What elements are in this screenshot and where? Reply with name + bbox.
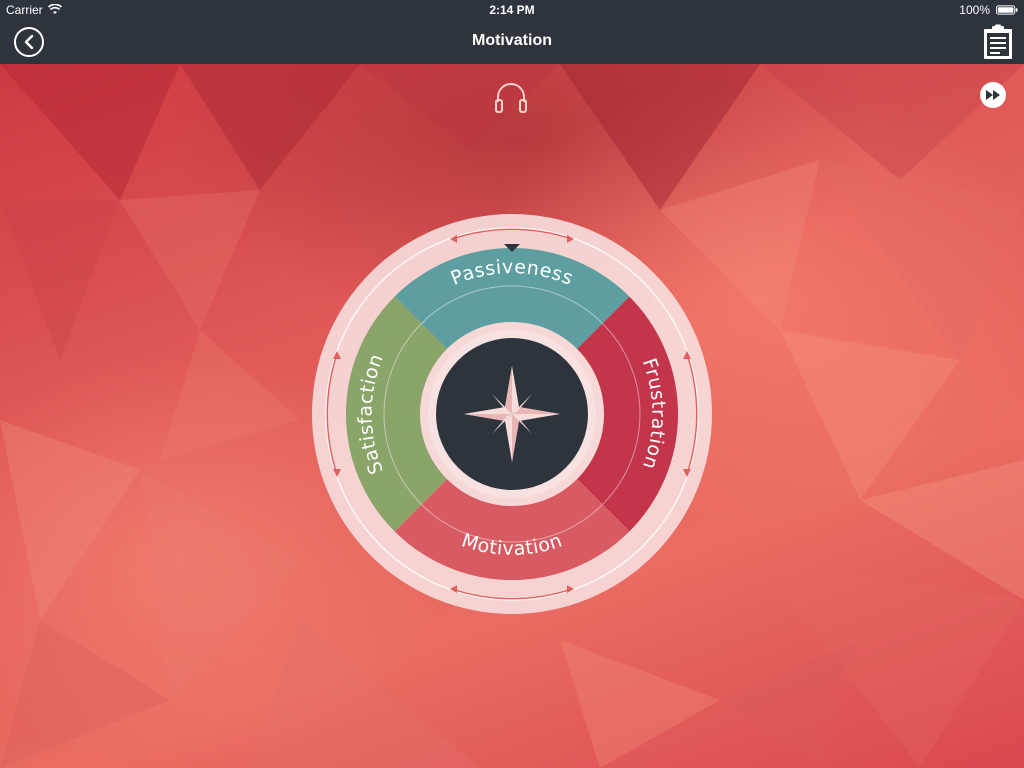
clipboard-button[interactable] [982,24,1014,60]
emotion-wheel: Passiveness Frustration Motivation Satis… [312,214,712,614]
battery-percentage: 100% [959,3,990,17]
emotion-wheel-graphic: Passiveness Frustration Motivation Satis… [312,214,712,614]
headphones-icon [495,83,527,113]
skip-button[interactable] [980,82,1006,108]
navigation-bar: Motivation [0,20,1024,64]
fast-forward-icon [986,90,1000,100]
clipboard-icon [984,24,1012,59]
status-bar: Carrier 2:14 PM 100% [0,0,1024,20]
status-time: 2:14 PM [489,3,535,17]
page-title: Motivation [472,32,552,49]
battery-icon [996,5,1018,15]
headphones-button[interactable] [493,80,529,116]
